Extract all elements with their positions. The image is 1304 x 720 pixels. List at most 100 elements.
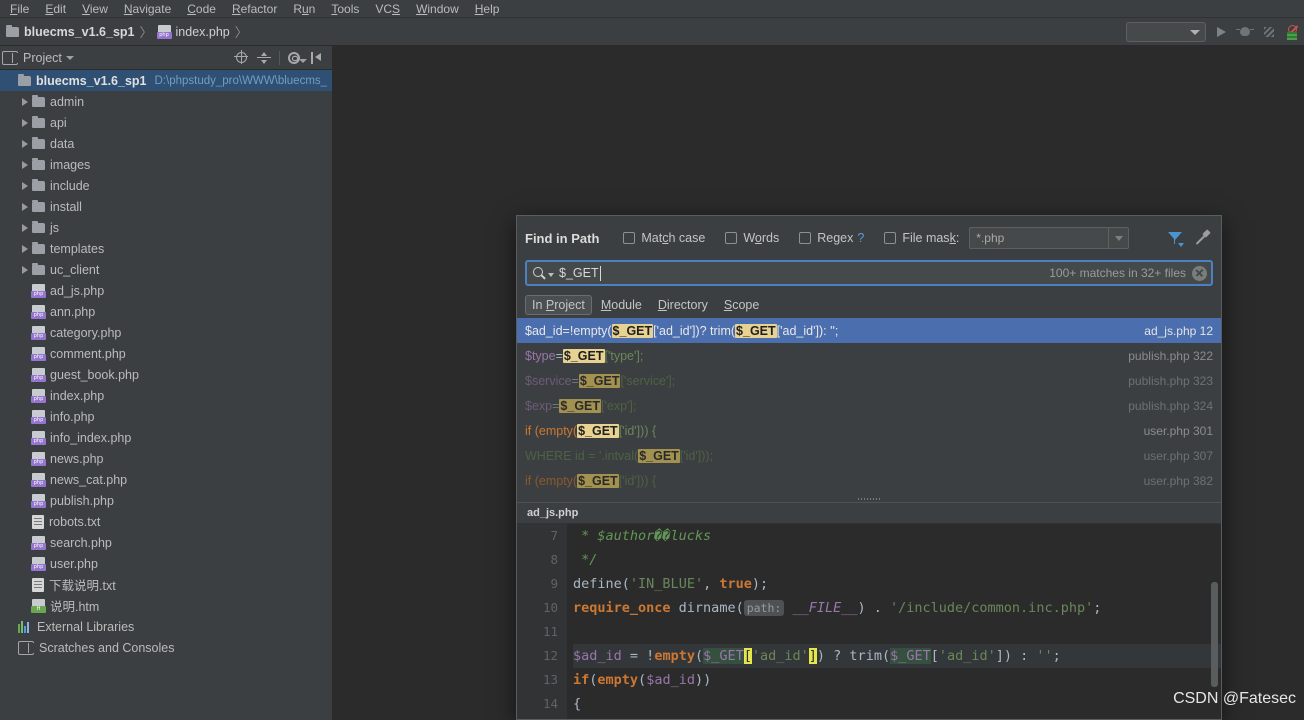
- checkbox-match-case[interactable]: [623, 232, 636, 244]
- menu-tools[interactable]: Tools: [323, 0, 367, 18]
- tree-folder-templates[interactable]: templates: [0, 238, 332, 259]
- tree-folder-images[interactable]: images: [0, 154, 332, 175]
- php-file-icon: [31, 451, 46, 466]
- collapse-all-icon[interactable]: [257, 51, 271, 65]
- search-input[interactable]: $_GET 100+ matches in 32+ files: [525, 260, 1213, 286]
- tree-expand-arrow[interactable]: [18, 97, 32, 106]
- tree-folder-uc_client[interactable]: uc_client: [0, 259, 332, 280]
- tree-external-libraries[interactable]: External Libraries: [0, 616, 332, 637]
- tree-file-ann.php[interactable]: ann.php: [0, 301, 332, 322]
- filter-icon[interactable]: [1167, 230, 1184, 247]
- tree-folder-js[interactable]: js: [0, 217, 332, 238]
- menu-refactor[interactable]: Refactor: [224, 0, 285, 18]
- chevron-down-icon[interactable]: [1108, 228, 1128, 248]
- tree-expand-arrow[interactable]: [18, 160, 32, 169]
- preview-scrollbar[interactable]: [1211, 582, 1218, 687]
- option-match-case[interactable]: Match case: [623, 231, 705, 245]
- result-row[interactable]: WHERE id = '.intval($_GET ['id'])); user.p…: [517, 443, 1221, 468]
- tree-file-guest_book.php[interactable]: guest_book.php: [0, 364, 332, 385]
- debug-button[interactable]: [1236, 23, 1254, 41]
- tree-item-label: ann.php: [50, 304, 96, 319]
- checkbox-file-mask[interactable]: [884, 232, 897, 244]
- result-row[interactable]: if (empty($_GET ['id'])) {user.php 301: [517, 418, 1221, 443]
- run-button[interactable]: [1212, 23, 1230, 41]
- tree-file-comment.php[interactable]: comment.php: [0, 343, 332, 364]
- code-preview[interactable]: 7 8 9 10 11 12 13 14 * $author��lucks */define(…: [517, 524, 1221, 719]
- menu-edit[interactable]: Edit: [37, 0, 74, 18]
- tree-scratches[interactable]: Scratches and Consoles: [0, 637, 332, 658]
- option-words[interactable]: Words: [725, 231, 779, 245]
- tree-folder-admin[interactable]: admin: [0, 91, 332, 112]
- option-regex[interactable]: Regex?: [799, 231, 864, 245]
- tree-file-news_cat.php[interactable]: news_cat.php: [0, 469, 332, 490]
- breadcrumb-file[interactable]: index.php: [156, 24, 230, 39]
- tree-file-search.php[interactable]: search.php: [0, 532, 332, 553]
- code-line: require_once dirname(path: __FILE__) . '…: [573, 596, 1221, 620]
- tree-expand-arrow[interactable]: [18, 244, 32, 253]
- tree-folder-api[interactable]: api: [0, 112, 332, 133]
- tree-file-robots.txt[interactable]: robots.txt: [0, 511, 332, 532]
- option-file-mask[interactable]: File mask:: [884, 231, 959, 245]
- tree-expand-arrow[interactable]: [18, 181, 32, 190]
- menu-file[interactable]: File: [2, 0, 37, 18]
- code-lines[interactable]: * $author��lucks */define('IN_BLUE', tru…: [567, 524, 1221, 719]
- result-location: user.php 382: [1143, 473, 1213, 488]
- tree-file-info.php[interactable]: info.php: [0, 406, 332, 427]
- regex-help-icon[interactable]: ?: [857, 231, 864, 245]
- settings-gear-icon[interactable]: [288, 51, 307, 65]
- checkbox-words[interactable]: [725, 232, 738, 244]
- menu-vcs[interactable]: VCS: [367, 0, 408, 18]
- file-mask-combobox[interactable]: *.php: [969, 227, 1130, 249]
- code-token: ['service'];: [620, 373, 676, 388]
- pin-icon[interactable]: [1195, 230, 1211, 246]
- hide-panel-icon[interactable]: [310, 51, 324, 65]
- tree-expand-arrow[interactable]: [18, 223, 32, 232]
- tree-expand-arrow[interactable]: [18, 202, 32, 211]
- tree-file-news.php[interactable]: news.php: [0, 448, 332, 469]
- php-file-icon: [31, 367, 46, 382]
- scope-tab-directory[interactable]: Directory: [651, 295, 715, 315]
- tree-file-publish.php[interactable]: publish.php: [0, 490, 332, 511]
- tree-folder-data[interactable]: data: [0, 133, 332, 154]
- tree-file-info_index.php[interactable]: info_index.php: [0, 427, 332, 448]
- watermark: CSDN @Fatesec: [1173, 690, 1296, 707]
- result-row[interactable]: $service = $_GET ['service']; publish.php …: [517, 368, 1221, 393]
- run-configuration-selector[interactable]: [1126, 22, 1206, 42]
- coverage-button[interactable]: [1260, 23, 1278, 41]
- menu-window[interactable]: Window: [408, 0, 467, 18]
- chevron-down-icon[interactable]: [548, 272, 554, 277]
- tree-expand-arrow[interactable]: [18, 118, 32, 127]
- menu-navigate[interactable]: Navigate: [116, 0, 179, 18]
- tree-file-category.php[interactable]: category.php: [0, 322, 332, 343]
- breadcrumb-project[interactable]: bluecms_v1.6_sp1: [6, 24, 135, 39]
- chevron-down-icon[interactable]: [65, 55, 74, 60]
- result-row[interactable]: $ad_id = !empty($_GET ['ad_id']) ? trim($…: [517, 318, 1221, 343]
- tree-expand-arrow[interactable]: [18, 265, 32, 274]
- results-resize-grip[interactable]: [517, 495, 1221, 502]
- scope-tab-scope[interactable]: Scope: [717, 295, 766, 315]
- menu-run[interactable]: Run: [285, 0, 323, 18]
- checkbox-regex[interactable]: [799, 232, 812, 244]
- tree-expand-arrow[interactable]: [18, 139, 32, 148]
- result-row[interactable]: $type = $_GET ['type']; publish.php 322: [517, 343, 1221, 368]
- tree-file-index.php[interactable]: index.php: [0, 385, 332, 406]
- menu-help[interactable]: Help: [467, 0, 508, 18]
- tree-folder-install[interactable]: install: [0, 196, 332, 217]
- scope-tab-module[interactable]: Module: [594, 295, 649, 315]
- tree-folder-include[interactable]: include: [0, 175, 332, 196]
- scope-tab-in-project[interactable]: In Project: [525, 295, 592, 315]
- tree-file-ad_js.php[interactable]: ad_js.php: [0, 280, 332, 301]
- tree-root-bluecms[interactable]: bluecms_v1.6_sp1 D:\phpstudy_pro\WWW\blu…: [0, 70, 332, 91]
- result-row[interactable]: if (empty($_GET ['id'])) {user.php 382: [517, 468, 1221, 493]
- tree-file-说明.htm[interactable]: 说明.htm: [0, 595, 332, 616]
- clear-icon[interactable]: [1192, 265, 1207, 281]
- stop-button[interactable]: [1284, 23, 1302, 41]
- locate-icon[interactable]: [234, 49, 249, 65]
- menu-code[interactable]: Code: [179, 0, 224, 18]
- menu-view[interactable]: View: [74, 0, 116, 18]
- tree-file-下载说明.txt[interactable]: 下载说明.txt: [0, 574, 332, 595]
- tree-item-label: search.php: [50, 535, 112, 550]
- tree-external-libraries-label: External Libraries: [37, 619, 135, 634]
- result-row[interactable]: $exp = $_GET ['exp']; publish.php 324: [517, 393, 1221, 418]
- tree-file-user.php[interactable]: user.php: [0, 553, 332, 574]
